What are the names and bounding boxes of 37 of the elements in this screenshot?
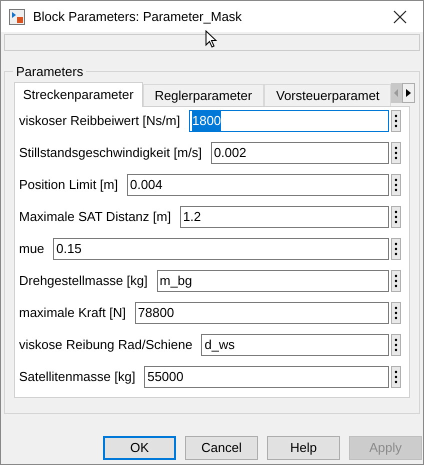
more-options-icon[interactable] (391, 142, 401, 164)
input-field[interactable]: d_ws (201, 334, 389, 356)
input-field[interactable]: m_bg (156, 270, 389, 292)
input-field[interactable]: 0.004 (126, 174, 389, 196)
more-options-icon[interactable] (391, 270, 401, 292)
field-label: Satellitenmasse [kg] (19, 368, 136, 386)
field-label: maximale Kraft [N] (19, 304, 126, 322)
field-label: viskose Reibung Rad/Schiene (19, 336, 192, 354)
input-field[interactable]: 1800 (189, 110, 389, 132)
more-options-icon[interactable] (391, 238, 401, 260)
field-label: Maximale SAT Distanz [m] (19, 208, 171, 226)
input-field[interactable]: 1.2 (180, 206, 389, 228)
field-label: Drehgestellmasse [kg] (19, 272, 148, 290)
field-label: Position Limit [m] (19, 176, 118, 194)
field-label: Stillstandsgeschwindigkeit [m/s] (19, 144, 202, 162)
field-label: viskoser Reibbeiwert [Ns/m] (19, 112, 180, 130)
scroll-right-icon[interactable] (402, 83, 416, 103)
dialog-button[interactable]: Help (267, 436, 340, 460)
tab[interactable]: Vorsteuerparamet (264, 84, 392, 106)
input-field[interactable]: 0.15 (53, 238, 389, 260)
tab[interactable]: Reglerparameter (142, 84, 264, 106)
more-options-icon[interactable] (391, 206, 401, 228)
more-options-icon[interactable] (391, 334, 401, 356)
dialog-button[interactable]: OK (103, 436, 176, 460)
more-options-icon[interactable] (391, 302, 401, 324)
block-icon (9, 8, 25, 24)
input-field[interactable]: 78800 (134, 302, 389, 324)
more-options-icon[interactable] (391, 174, 401, 196)
dialog-button[interactable]: Cancel (185, 436, 258, 460)
more-options-icon[interactable] (391, 110, 401, 132)
more-options-icon[interactable] (391, 366, 401, 388)
tab[interactable]: Streckenparameter (14, 82, 143, 107)
window-title: Block Parameters: Parameter_Mask (33, 8, 242, 26)
input-field[interactable]: 55000 (144, 366, 389, 388)
close-icon[interactable] (393, 10, 407, 24)
field-label: mue (19, 240, 44, 258)
input-field[interactable]: 0.002 (210, 142, 389, 164)
